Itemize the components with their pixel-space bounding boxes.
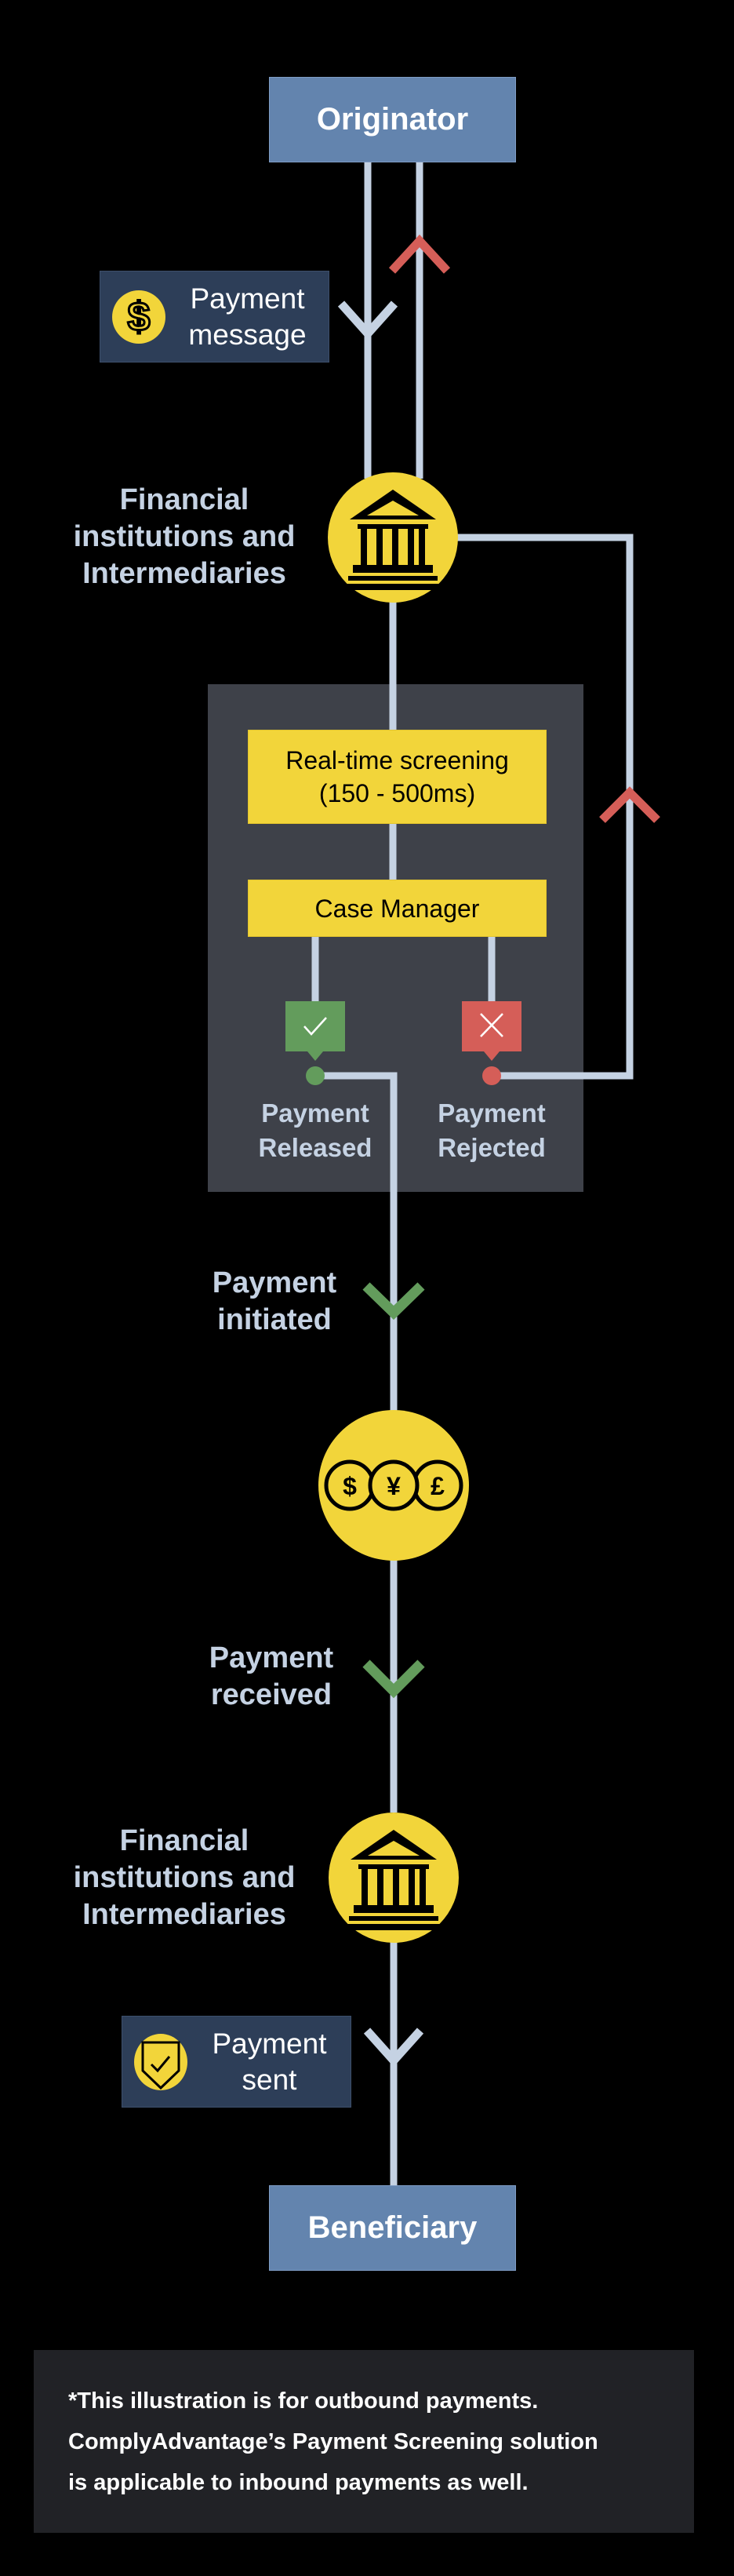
bank-icon (328, 472, 458, 603)
rejected-badge (462, 1001, 521, 1061)
currency-symbol: ¥ (387, 1472, 401, 1500)
dollar-icon: $ (112, 290, 165, 344)
institution-label: Financial institutions and Intermediarie… (73, 483, 296, 590)
payment-sent-text: Payment sent (212, 2027, 327, 2096)
footnote-line: ComplyAdvantage’s Payment Screening solu… (68, 2428, 598, 2454)
currency-coins-icon: $ ¥ £ (318, 1410, 469, 1561)
payment-received-label: Payment received (209, 1641, 334, 1711)
payment-message-tag: $ Payment message (100, 271, 329, 363)
footnote-line: is applicable to inbound payments as wel… (68, 2469, 529, 2495)
shield-check-icon (134, 2033, 187, 2090)
footnote-box: *This illustration is for outbound payme… (34, 2350, 694, 2533)
realtime-screening-box: Real-time screening (150 - 500ms) (248, 730, 547, 824)
footnote-line: *This illustration is for outbound payme… (68, 2388, 539, 2414)
released-badge (285, 1001, 345, 1061)
beneficiary-node: Beneficiary (269, 2185, 516, 2271)
payment-sent-tag: Payment sent (122, 2016, 351, 2108)
currency-symbol: £ (431, 1472, 445, 1500)
originator-node: Originator (269, 77, 516, 162)
released-dot (306, 1066, 325, 1085)
bank-icon (329, 1813, 459, 1943)
rejected-label: Payment Rejected (438, 1099, 546, 1162)
payment-message-text: Payment message (188, 282, 307, 351)
institution-label: Financial institutions and Intermediarie… (73, 1824, 296, 1931)
currency-symbol: $ (343, 1472, 357, 1500)
released-label: Payment Released (258, 1099, 372, 1162)
payment-initiated-label: Payment initiated (212, 1266, 337, 1336)
originator-label: Originator (316, 102, 469, 137)
beneficiary-label: Beneficiary (307, 2210, 478, 2245)
svg-text:$: $ (128, 294, 151, 340)
case-manager-box: Case Manager (248, 880, 547, 937)
rejected-dot (482, 1066, 501, 1085)
